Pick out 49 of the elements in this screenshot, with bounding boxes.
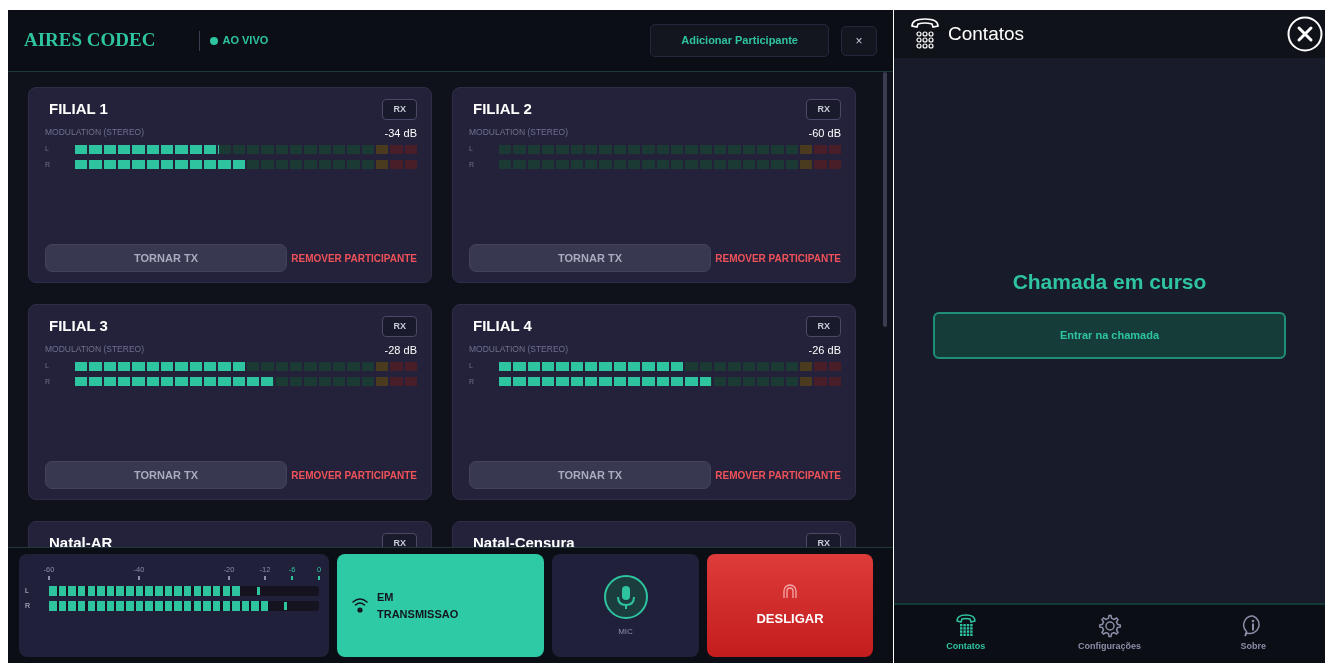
- participant-name: FILIAL 2: [473, 99, 532, 119]
- transmit-button[interactable]: EM TRANSMISSAO: [337, 554, 544, 657]
- app-title: AIRES CODEC: [24, 28, 156, 53]
- meter-label: MODULATION (STEREO): [45, 126, 144, 140]
- participant-name: FILIAL 3: [49, 316, 108, 336]
- remove-participant-link[interactable]: REMOVER PARTICIPANTE: [291, 250, 417, 266]
- meter-label: MODULATION (STEREO): [45, 343, 144, 357]
- panel-title: Contatos: [948, 21, 1025, 46]
- level-reading: -60 dB: [808, 125, 841, 141]
- rx-button[interactable]: RX: [806, 98, 841, 120]
- telephone-icon: [910, 17, 940, 51]
- scrollbar[interactable]: [883, 72, 887, 327]
- microphone-icon: [602, 573, 649, 620]
- make-tx-button[interactable]: TORNAR TX: [469, 244, 711, 272]
- meter-label: MODULATION (STEREO): [469, 126, 568, 140]
- peak-marker: [283, 601, 287, 610]
- nav-tab[interactable]: Configurações: [1037, 605, 1182, 663]
- participant-name: FILIAL 4: [473, 316, 532, 336]
- peak-marker: [256, 587, 260, 596]
- close-button[interactable]: [1287, 16, 1323, 52]
- rx-button[interactable]: RX: [382, 532, 417, 547]
- add-participant-button[interactable]: Adicionar Participante: [650, 24, 829, 57]
- join-call-button[interactable]: Entrar na chamada: [933, 311, 1286, 359]
- meter-label: MODULATION (STEREO): [469, 343, 568, 357]
- nav-tab[interactable]: Sobre: [1181, 605, 1325, 663]
- call-status: Chamada em curso: [1012, 269, 1207, 296]
- arch-icon: [782, 582, 798, 599]
- level-reading: -28 dB: [384, 342, 417, 358]
- level-reading: -26 dB: [808, 342, 841, 358]
- nav-tab[interactable]: Contatos: [894, 605, 1038, 663]
- status-label: AO VIVO: [222, 33, 269, 49]
- make-tx-button[interactable]: TORNAR TX: [45, 244, 287, 272]
- make-tx-button[interactable]: TORNAR TX: [45, 461, 287, 489]
- remove-participant-link[interactable]: REMOVER PARTICIPANTE: [715, 250, 841, 266]
- rx-button[interactable]: RX: [382, 98, 417, 120]
- level-reading: -34 dB: [384, 125, 417, 141]
- remove-participant-link[interactable]: REMOVER PARTICIPANTE: [715, 467, 841, 483]
- mic-button[interactable]: MIC: [552, 554, 699, 657]
- wifi-icon: [351, 595, 369, 616]
- remove-participant-link[interactable]: REMOVER PARTICIPANTE: [291, 467, 417, 483]
- rx-button[interactable]: RX: [806, 532, 841, 547]
- rx-button[interactable]: RX: [382, 315, 417, 337]
- gear-icon: [1097, 614, 1122, 639]
- close-button[interactable]: ×: [841, 25, 877, 56]
- make-tx-button[interactable]: TORNAR TX: [469, 461, 711, 489]
- telephone-icon: [954, 614, 977, 639]
- rx-button[interactable]: RX: [806, 315, 841, 337]
- hang-up-button[interactable]: DESLIGAR: [707, 554, 873, 657]
- participant-name: FILIAL 1: [49, 99, 108, 119]
